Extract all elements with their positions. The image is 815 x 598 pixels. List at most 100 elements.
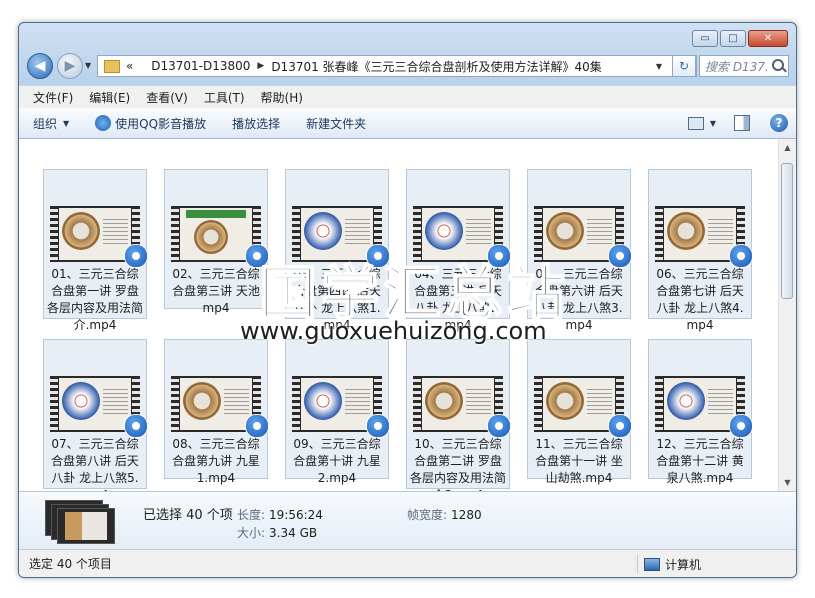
file-tile[interactable]: 08、三元三合综合盘第九讲 九星1.mp4 <box>164 339 269 485</box>
address-bar[interactable]: « D13701-D13800 ▶ D13701 张春峰《三元三合综合盘剖析及使… <box>97 55 697 77</box>
file-tile[interactable]: 07、三元三合综合盘第八讲 后天八卦 龙上八煞5.mp4 <box>43 339 148 491</box>
video-thumbnail <box>534 206 632 268</box>
file-name: 05、三元三合综合盘第六讲 后天八卦 龙上八煞3.mp4 <box>535 267 623 332</box>
chevron-right-icon <box>141 61 144 71</box>
qq-player-icon <box>608 414 632 438</box>
status-selection-text: 选定 40 个项目 <box>29 557 112 571</box>
qq-player-icon <box>124 244 148 268</box>
qq-player-icon <box>366 414 390 438</box>
file-name: 07、三元三合综合盘第八讲 后天八卦 龙上八煞5.mp4 <box>51 437 139 491</box>
length-value: 19:56:24 <box>269 508 323 522</box>
menu-bar: 文件(F) 编辑(E) 查看(V) 工具(T) 帮助(H) <box>19 85 796 108</box>
play-selected-label: 播放选择 <box>232 116 281 131</box>
file-name: 02、三元三合综合盘第三讲 天池mp4 <box>172 267 260 315</box>
menu-view[interactable]: 查看(V) <box>146 89 188 106</box>
forward-button[interactable]: ▶ <box>57 53 83 79</box>
status-bar: 选定 40 个项目 计算机 <box>19 549 796 577</box>
qq-player-icon <box>608 244 632 268</box>
search-placeholder: 搜索 D137... <box>705 59 769 74</box>
maximize-button[interactable]: □ <box>720 30 746 47</box>
play-selected-button[interactable]: 播放选择 <box>232 115 280 132</box>
frame-width-value: 1280 <box>451 508 482 522</box>
video-thumbnail <box>413 206 511 268</box>
breadcrumb-current[interactable]: D13701 张春峰《三元三合综合盘剖析及使用方法详解》40集 <box>271 58 602 75</box>
chevron-right-icon[interactable]: ▶ <box>257 61 264 71</box>
title-bar: ▭ □ ✕ <box>19 23 796 49</box>
qq-player-icon <box>95 115 112 131</box>
computer-icon <box>644 557 660 571</box>
file-list: 01、三元三合综合盘第一讲 罗盘各层内容及用法简介.mp4 02、三元三合综合盘第… <box>19 139 796 491</box>
close-button[interactable]: ✕ <box>748 30 788 47</box>
file-name: 09、三元三合综合盘第十讲 九星2.mp4 <box>293 437 381 485</box>
qq-player-icon <box>487 414 511 438</box>
video-thumbnail <box>171 376 269 438</box>
file-name: 03、三元三合综合盘第四讲 后天八卦 龙上八煞1.mp4 <box>293 267 381 332</box>
qq-player-icon <box>245 244 269 268</box>
video-thumbnail <box>50 206 148 268</box>
qq-player-icon <box>124 414 148 438</box>
video-thumbnail <box>292 376 390 438</box>
file-tile[interactable]: 02、三元三合综合盘第三讲 天池mp4 <box>164 169 269 315</box>
folder-icon <box>104 59 120 73</box>
file-name: 01、三元三合综合盘第一讲 罗盘各层内容及用法简介.mp4 <box>46 267 143 332</box>
video-thumbnail <box>413 376 511 438</box>
file-name: 06、三元三合综合盘第七讲 后天八卦 龙上八煞4.mp4 <box>656 267 744 332</box>
file-tile[interactable]: 06、三元三合综合盘第七讲 后天八卦 龙上八煞4.mp4 <box>648 169 753 332</box>
chevron-down-icon[interactable]: ▼ <box>710 119 716 128</box>
file-tile[interactable]: 01、三元三合综合盘第一讲 罗盘各层内容及用法简介.mp4 <box>43 169 148 332</box>
selection-thumbnail <box>41 498 121 544</box>
status-location-text: 计算机 <box>665 557 702 572</box>
size-value: 3.34 GB <box>269 526 318 540</box>
history-dropdown-icon[interactable]: ▼ <box>85 61 91 70</box>
back-button[interactable]: ◀ <box>27 53 53 79</box>
qq-player-icon <box>366 244 390 268</box>
file-tile[interactable]: 05、三元三合综合盘第六讲 后天八卦 龙上八煞3.mp4 <box>527 169 632 332</box>
scrollbar-thumb[interactable] <box>781 163 793 299</box>
new-folder-button[interactable]: 新建文件夹 <box>306 115 366 132</box>
size-label: 大小: <box>237 526 266 540</box>
qq-player-icon <box>729 244 753 268</box>
file-tile[interactable]: 04、三元三合综合盘第五讲 后天八卦 龙上八煞2.mp4 <box>406 169 511 332</box>
breadcrumb-parent[interactable]: D13701-D13800 <box>151 59 250 73</box>
explorer-window: ▭ □ ✕ ◀ ▶ ▼ « D13701-D13800 ▶ D13701 张春峰… <box>18 22 797 578</box>
scroll-up-icon[interactable]: ▲ <box>779 139 796 156</box>
menu-edit[interactable]: 编辑(E) <box>89 89 130 106</box>
chevron-down-icon: ▼ <box>63 118 70 128</box>
selection-count: 已选择 40 个项 <box>143 508 233 523</box>
vertical-scrollbar[interactable]: ▲ ▼ <box>778 139 796 491</box>
view-options-icon[interactable] <box>687 116 704 130</box>
scroll-down-icon[interactable]: ▼ <box>779 474 796 491</box>
file-tile[interactable]: 11、三元三合综合盘第十一讲 坐山劫煞.mp4 <box>527 339 632 485</box>
minimize-button[interactable]: ▭ <box>692 30 718 47</box>
frame-width-field: 帧宽度: 1280 <box>407 506 482 523</box>
qq-play-button[interactable]: 使用QQ影音播放 <box>95 115 206 132</box>
file-tile[interactable]: 12、三元三合综合盘第十二讲 黄泉八煞.mp4 <box>648 339 753 485</box>
file-tile[interactable]: 09、三元三合综合盘第十讲 九星2.mp4 <box>285 339 390 485</box>
length-field: 长度: 19:56:24 <box>237 506 323 523</box>
organize-label: 组织 <box>33 116 58 131</box>
help-icon[interactable]: ? <box>770 114 788 132</box>
qq-player-icon <box>729 414 753 438</box>
menu-tools[interactable]: 工具(T) <box>204 89 245 106</box>
qq-player-icon <box>245 414 269 438</box>
search-input[interactable]: 搜索 D137... <box>699 55 789 77</box>
video-thumbnail <box>655 206 753 268</box>
file-name: 10、三元三合综合盘第二讲 罗盘各层内容及用法简介2.mp4 <box>409 437 506 491</box>
search-icon[interactable] <box>772 59 784 71</box>
organize-button[interactable]: 组织 ▼ <box>33 115 69 132</box>
file-tile[interactable]: 03、三元三合综合盘第四讲 后天八卦 龙上八煞1.mp4 <box>285 169 390 332</box>
file-name: 11、三元三合综合盘第十一讲 坐山劫煞.mp4 <box>535 437 623 485</box>
menu-help[interactable]: 帮助(H) <box>261 89 303 106</box>
qq-player-icon <box>487 244 511 268</box>
address-dropdown-icon[interactable]: ▼ <box>656 62 662 71</box>
command-bar: 组织 ▼ 使用QQ影音播放 播放选择 新建文件夹 ▼ ? <box>19 108 796 139</box>
preview-pane-icon[interactable] <box>734 115 750 131</box>
address-overflow[interactable]: « <box>126 59 133 73</box>
file-name: 08、三元三合综合盘第九讲 九星1.mp4 <box>172 437 260 485</box>
file-tile[interactable]: 10、三元三合综合盘第二讲 罗盘各层内容及用法简介2.mp4 <box>406 339 511 491</box>
menu-file[interactable]: 文件(F) <box>33 89 73 106</box>
video-thumbnail <box>292 206 390 268</box>
refresh-icon[interactable]: ↻ <box>672 55 696 77</box>
file-name: 12、三元三合综合盘第十二讲 黄泉八煞.mp4 <box>656 437 744 485</box>
video-thumbnail <box>655 376 753 438</box>
